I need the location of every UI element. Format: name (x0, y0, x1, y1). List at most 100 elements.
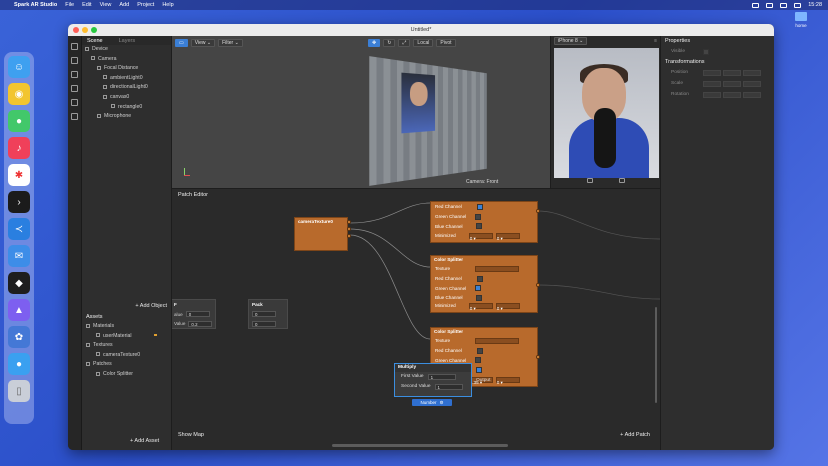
texture-slot[interactable] (475, 265, 520, 272)
red-checkbox[interactable] (476, 347, 483, 354)
tab-layers[interactable]: Layers (119, 38, 136, 44)
pack-input-2[interactable]: 0 (252, 320, 276, 327)
app-menu[interactable]: Spark AR Studio (14, 2, 57, 8)
search-icon[interactable] (794, 2, 802, 8)
music-icon[interactable]: ♪ (8, 137, 30, 159)
horizontal-scrollbar[interactable] (332, 444, 508, 447)
menu-view[interactable]: View (100, 2, 112, 8)
asset-group-textures[interactable]: Textures (82, 341, 171, 351)
pivot-toggle[interactable]: Pivot (436, 38, 456, 47)
filter-dropdown[interactable]: Filter ⌄ (218, 38, 243, 47)
asset-group-patches[interactable]: Patches (82, 360, 171, 370)
tree-item-rectangle[interactable]: rectangle0 (82, 103, 171, 113)
menu-project[interactable]: Project (137, 2, 154, 8)
menu-add[interactable]: Add (119, 2, 129, 8)
move-tool-icon[interactable]: ✥ (368, 38, 381, 47)
wifi-icon[interactable] (780, 2, 788, 8)
output-port[interactable] (536, 283, 540, 287)
multiply-node[interactable]: Multiply First Value 1 Second Value 1 (394, 363, 472, 397)
layout-toggle-icon[interactable]: ▭ (175, 38, 188, 47)
close-icon[interactable] (73, 27, 79, 33)
camera-switch-icon[interactable] (587, 178, 593, 183)
search-icon[interactable] (71, 113, 78, 120)
refresh-icon[interactable] (71, 99, 78, 106)
red-checkbox[interactable] (476, 275, 483, 282)
asset-group-materials[interactable]: Materials (82, 322, 171, 332)
figma-icon[interactable]: ◆ (8, 272, 30, 294)
mail-icon[interactable]: ✉ (8, 245, 30, 267)
menu-edit[interactable]: Edit (82, 2, 91, 8)
output-port[interactable] (347, 227, 351, 231)
min-dropdown-2[interactable]: 0 ▾ (495, 302, 520, 311)
show-map-button[interactable]: Show Map (178, 432, 204, 438)
tree-item-microphone[interactable]: Microphone (82, 112, 171, 122)
asset-item-camera-texture[interactable]: cameraTexture0 (82, 351, 171, 361)
blue-checkbox[interactable] (475, 223, 482, 230)
tree-item-canvas[interactable]: canvas0 (82, 93, 171, 103)
min-dropdown-2[interactable]: 0 ▾ (495, 233, 520, 241)
slack-icon[interactable]: ✱ (8, 164, 30, 186)
output-port[interactable] (347, 220, 351, 224)
zoom-icon[interactable] (91, 27, 97, 33)
tree-item-focal-distance[interactable]: Focal Distance (82, 64, 171, 74)
transformations-title[interactable]: Transformations (661, 57, 774, 67)
layout-icon[interactable] (71, 43, 78, 50)
first-value-input[interactable]: 1 (427, 374, 456, 380)
gear-icon[interactable]: ⚙ (439, 400, 443, 406)
rotation-fields[interactable] (703, 91, 761, 98)
add-object-button[interactable]: + Add Object (135, 303, 167, 309)
number-type-tag[interactable]: Number ⚙ (412, 399, 452, 406)
value-input[interactable]: 0.2 (188, 320, 213, 327)
red-checkbox[interactable] (476, 203, 483, 210)
scale-fields[interactable] (703, 80, 761, 87)
simulator-menu-icon[interactable]: ≡ (654, 38, 657, 44)
finder-icon[interactable]: ☺ (8, 56, 30, 78)
rotate-tool-icon[interactable]: ↻ (383, 38, 396, 47)
patch-editor[interactable]: Patch Editor cameraTexture0 F alue 0 Valu… (172, 188, 660, 450)
window-icon[interactable] (71, 85, 78, 92)
blue-checkbox[interactable] (475, 367, 482, 374)
video-icon[interactable] (71, 57, 78, 64)
menubar-clock[interactable]: 15:28 (808, 2, 822, 8)
screen-record-icon[interactable] (752, 2, 760, 8)
add-patch-button[interactable]: + Add Patch (620, 432, 650, 438)
local-toggle[interactable]: Local (413, 38, 434, 47)
texture-slot[interactable] (475, 337, 520, 344)
chrome-icon[interactable]: ◉ (8, 83, 30, 105)
output-port[interactable] (347, 234, 351, 238)
color-splitter-node-2-minimized[interactable]: Minimized 0 ▾ 0 ▾ (430, 301, 538, 313)
view-dropdown[interactable]: View ⌄ (190, 38, 216, 47)
trash-icon[interactable]: ▯ (8, 380, 30, 402)
spark-ar-icon[interactable]: ▲ (8, 299, 30, 321)
vertical-scrollbar[interactable] (655, 307, 657, 403)
second-value-input[interactable]: 1 (434, 384, 463, 390)
min-dropdown-1[interactable]: 0 ▾ (468, 302, 493, 311)
menu-help[interactable]: Help (162, 2, 173, 8)
min-dropdown-1[interactable]: 0 ▾ (468, 233, 493, 241)
vscode-icon[interactable]: ≺ (8, 218, 30, 240)
menu-file[interactable]: File (65, 2, 74, 8)
tree-item-ambient-light[interactable]: ambientLight0 (82, 74, 171, 84)
multiply-output-label[interactable]: Output (476, 378, 490, 383)
asset-item-color-splitter[interactable]: Color Splitter (82, 370, 171, 380)
battery-icon[interactable] (766, 2, 774, 8)
tree-item-directional-light[interactable]: directionalLight0 (82, 83, 171, 93)
viewport[interactable]: ▭ View ⌄ Filter ⌄ ✥ ↻ ⤢ Local Pivot Came… (172, 36, 550, 188)
device-dropdown[interactable]: iPhone 8 ⌄ (554, 37, 588, 45)
camera-texture-node[interactable]: cameraTexture0 (294, 217, 348, 251)
messages-icon[interactable]: ● (8, 110, 30, 132)
green-checkbox[interactable] (475, 213, 482, 220)
value-node-partial[interactable]: F alue 0 Value 0.2 (172, 299, 216, 329)
position-fields[interactable] (703, 69, 761, 76)
add-asset-button[interactable]: + Add Asset (130, 438, 159, 444)
photo-icon[interactable]: ✿ (8, 326, 30, 348)
minimize-icon[interactable] (82, 27, 88, 33)
visible-checkbox[interactable] (703, 48, 709, 55)
green-checkbox[interactable] (475, 357, 482, 364)
min-dropdown-2[interactable]: 0 ▾ (495, 377, 520, 385)
tree-item-device[interactable]: Device (82, 45, 171, 55)
pack-node[interactable]: Pack 0 0 (248, 299, 288, 329)
value-input[interactable]: 0 (185, 311, 210, 318)
output-port[interactable] (536, 355, 540, 359)
device-icon[interactable] (71, 71, 78, 78)
